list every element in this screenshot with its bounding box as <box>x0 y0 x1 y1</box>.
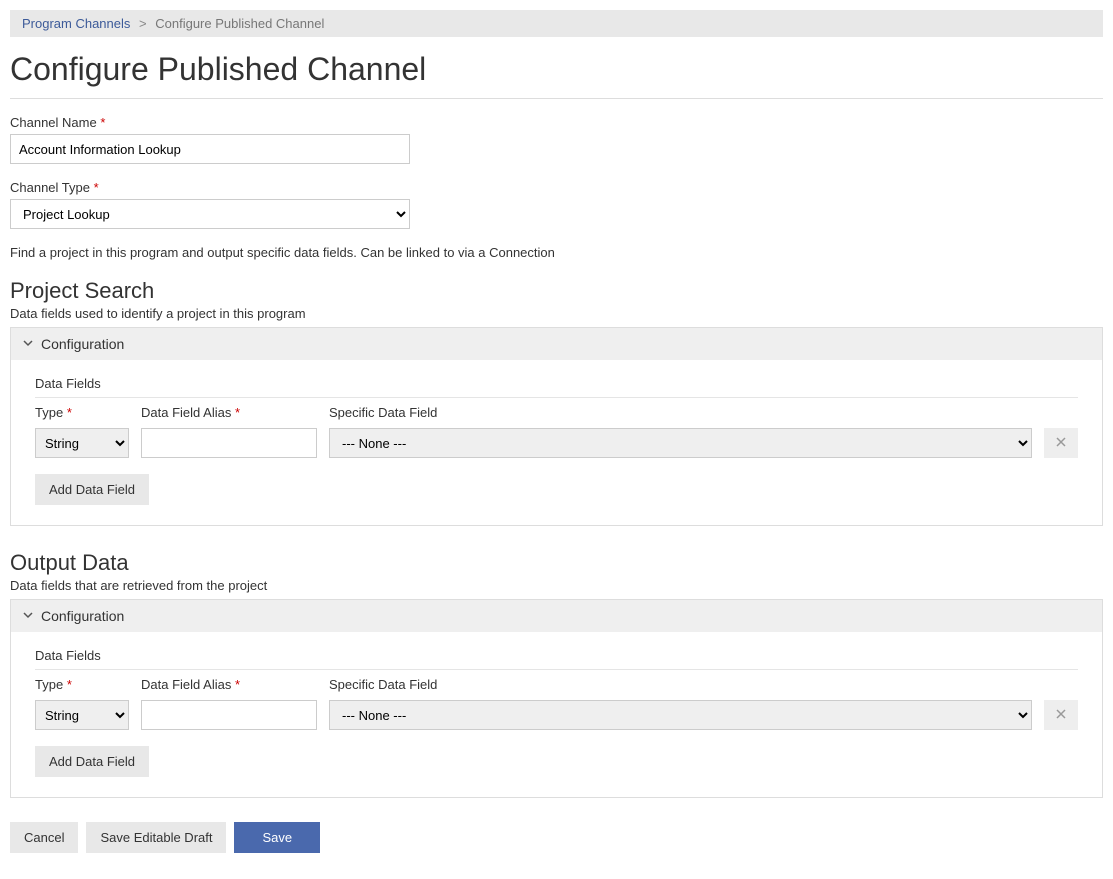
channel-name-group: Channel Name * <box>10 115 1103 164</box>
output-data-columns: Type * Data Field Alias * Specific Data … <box>35 669 1078 692</box>
project-search-title: Project Search <box>10 278 1103 304</box>
project-search-remove-button[interactable] <box>1044 428 1078 458</box>
col-specific-label: Specific Data Field <box>329 405 437 420</box>
project-search-specific-select[interactable]: --- None --- <box>329 428 1032 458</box>
project-search-panel-body: Data Fields Type * Data Field Alias * Sp… <box>11 360 1102 525</box>
action-bar: Cancel Save Editable Draft Save <box>10 822 1103 853</box>
output-data-title: Output Data <box>10 550 1103 576</box>
output-data-fields-label: Data Fields <box>35 648 1078 663</box>
channel-type-group: Channel Type * Project Lookup <box>10 180 1103 229</box>
output-data-panel-body: Data Fields Type * Data Field Alias * Sp… <box>11 632 1102 797</box>
col-specific-label: Specific Data Field <box>329 677 437 692</box>
chevron-down-icon <box>23 610 33 623</box>
save-button[interactable]: Save <box>234 822 320 853</box>
channel-type-label: Channel Type * <box>10 180 1103 195</box>
output-data-type-select[interactable]: String <box>35 700 129 730</box>
project-search-alias-input[interactable] <box>141 428 317 458</box>
col-alias-label: Data Field Alias * <box>141 405 240 420</box>
breadcrumb-parent-link[interactable]: Program Channels <box>22 16 130 31</box>
output-data-row: String --- None --- <box>35 700 1078 730</box>
output-data-alias-input[interactable] <box>141 700 317 730</box>
channel-type-help: Find a project in this program and outpu… <box>10 245 1103 260</box>
project-search-row: String --- None --- <box>35 428 1078 458</box>
breadcrumb-separator: > <box>139 16 147 31</box>
chevron-down-icon <box>23 338 33 351</box>
col-type-label: Type * <box>35 677 72 692</box>
project-search-columns: Type * Data Field Alias * Specific Data … <box>35 397 1078 420</box>
save-draft-button[interactable]: Save Editable Draft <box>86 822 226 853</box>
required-asterisk: * <box>94 180 99 195</box>
channel-name-input[interactable] <box>10 134 410 164</box>
channel-type-select[interactable]: Project Lookup <box>10 199 410 229</box>
output-data-panel: Configuration Data Fields Type * Data Fi… <box>10 599 1103 798</box>
output-data-panel-header[interactable]: Configuration <box>11 600 1102 632</box>
project-search-panel-header[interactable]: Configuration <box>11 328 1102 360</box>
col-alias-label: Data Field Alias * <box>141 677 240 692</box>
output-data-add-button[interactable]: Add Data Field <box>35 746 149 777</box>
project-search-panel-header-text: Configuration <box>41 336 124 352</box>
output-data-desc: Data fields that are retrieved from the … <box>10 578 1103 593</box>
cancel-button[interactable]: Cancel <box>10 822 78 853</box>
project-search-data-fields-label: Data Fields <box>35 376 1078 391</box>
channel-type-label-text: Channel Type <box>10 180 90 195</box>
close-icon <box>1055 435 1067 451</box>
project-search-type-select[interactable]: String <box>35 428 129 458</box>
output-data-specific-select[interactable]: --- None --- <box>329 700 1032 730</box>
required-asterisk: * <box>100 115 105 130</box>
channel-name-label-text: Channel Name <box>10 115 97 130</box>
project-search-desc: Data fields used to identify a project i… <box>10 306 1103 321</box>
col-type-label: Type * <box>35 405 72 420</box>
channel-name-label: Channel Name * <box>10 115 1103 130</box>
breadcrumb-current: Configure Published Channel <box>155 16 324 31</box>
project-search-add-button[interactable]: Add Data Field <box>35 474 149 505</box>
breadcrumb: Program Channels > Configure Published C… <box>10 10 1103 37</box>
page-title: Configure Published Channel <box>10 51 1103 88</box>
close-icon <box>1055 707 1067 723</box>
output-data-panel-header-text: Configuration <box>41 608 124 624</box>
title-divider <box>10 98 1103 99</box>
project-search-panel: Configuration Data Fields Type * Data Fi… <box>10 327 1103 526</box>
output-data-remove-button[interactable] <box>1044 700 1078 730</box>
